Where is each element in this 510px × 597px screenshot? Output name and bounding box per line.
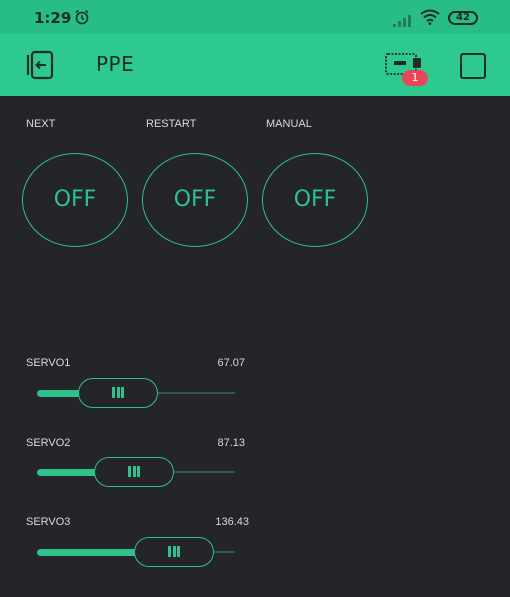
servo3-value: 136.43 [215,516,249,528]
grip-icon [128,466,140,477]
manual-button[interactable]: OFF [262,153,368,247]
servo2-fill [37,469,101,476]
stop-button[interactable] [460,53,486,79]
servo1-label: SERVO1 [26,357,71,369]
alarm-clock-icon [74,9,90,29]
next-label: NEXT [26,118,56,130]
app-bar: PPE 1 [0,34,510,96]
restart-label: RESTART [146,118,197,130]
wifi-icon [420,9,440,29]
servo2-label: SERVO2 [26,437,71,449]
exit-icon[interactable] [22,50,56,84]
battery-indicator: 42 [448,11,478,25]
signal-strength-icon [393,12,415,31]
status-bar: 1:29 42 [0,0,510,34]
restart-button[interactable]: OFF [142,153,248,247]
grip-icon [112,387,124,398]
servo1-thumb[interactable] [78,378,158,408]
servo1-value: 67.07 [217,357,245,369]
grip-icon [168,546,180,557]
manual-label: MANUAL [266,118,312,130]
servo2-thumb[interactable] [94,457,174,487]
servo2-value: 87.13 [217,437,245,449]
status-time: 1:29 [34,9,72,27]
app-title: PPE [96,52,135,76]
servo3-fill [37,549,141,556]
servo3-label: SERVO3 [26,516,71,528]
notification-badge: 1 [402,70,428,86]
next-button[interactable]: OFF [22,153,128,247]
servo3-thumb[interactable] [134,537,214,567]
